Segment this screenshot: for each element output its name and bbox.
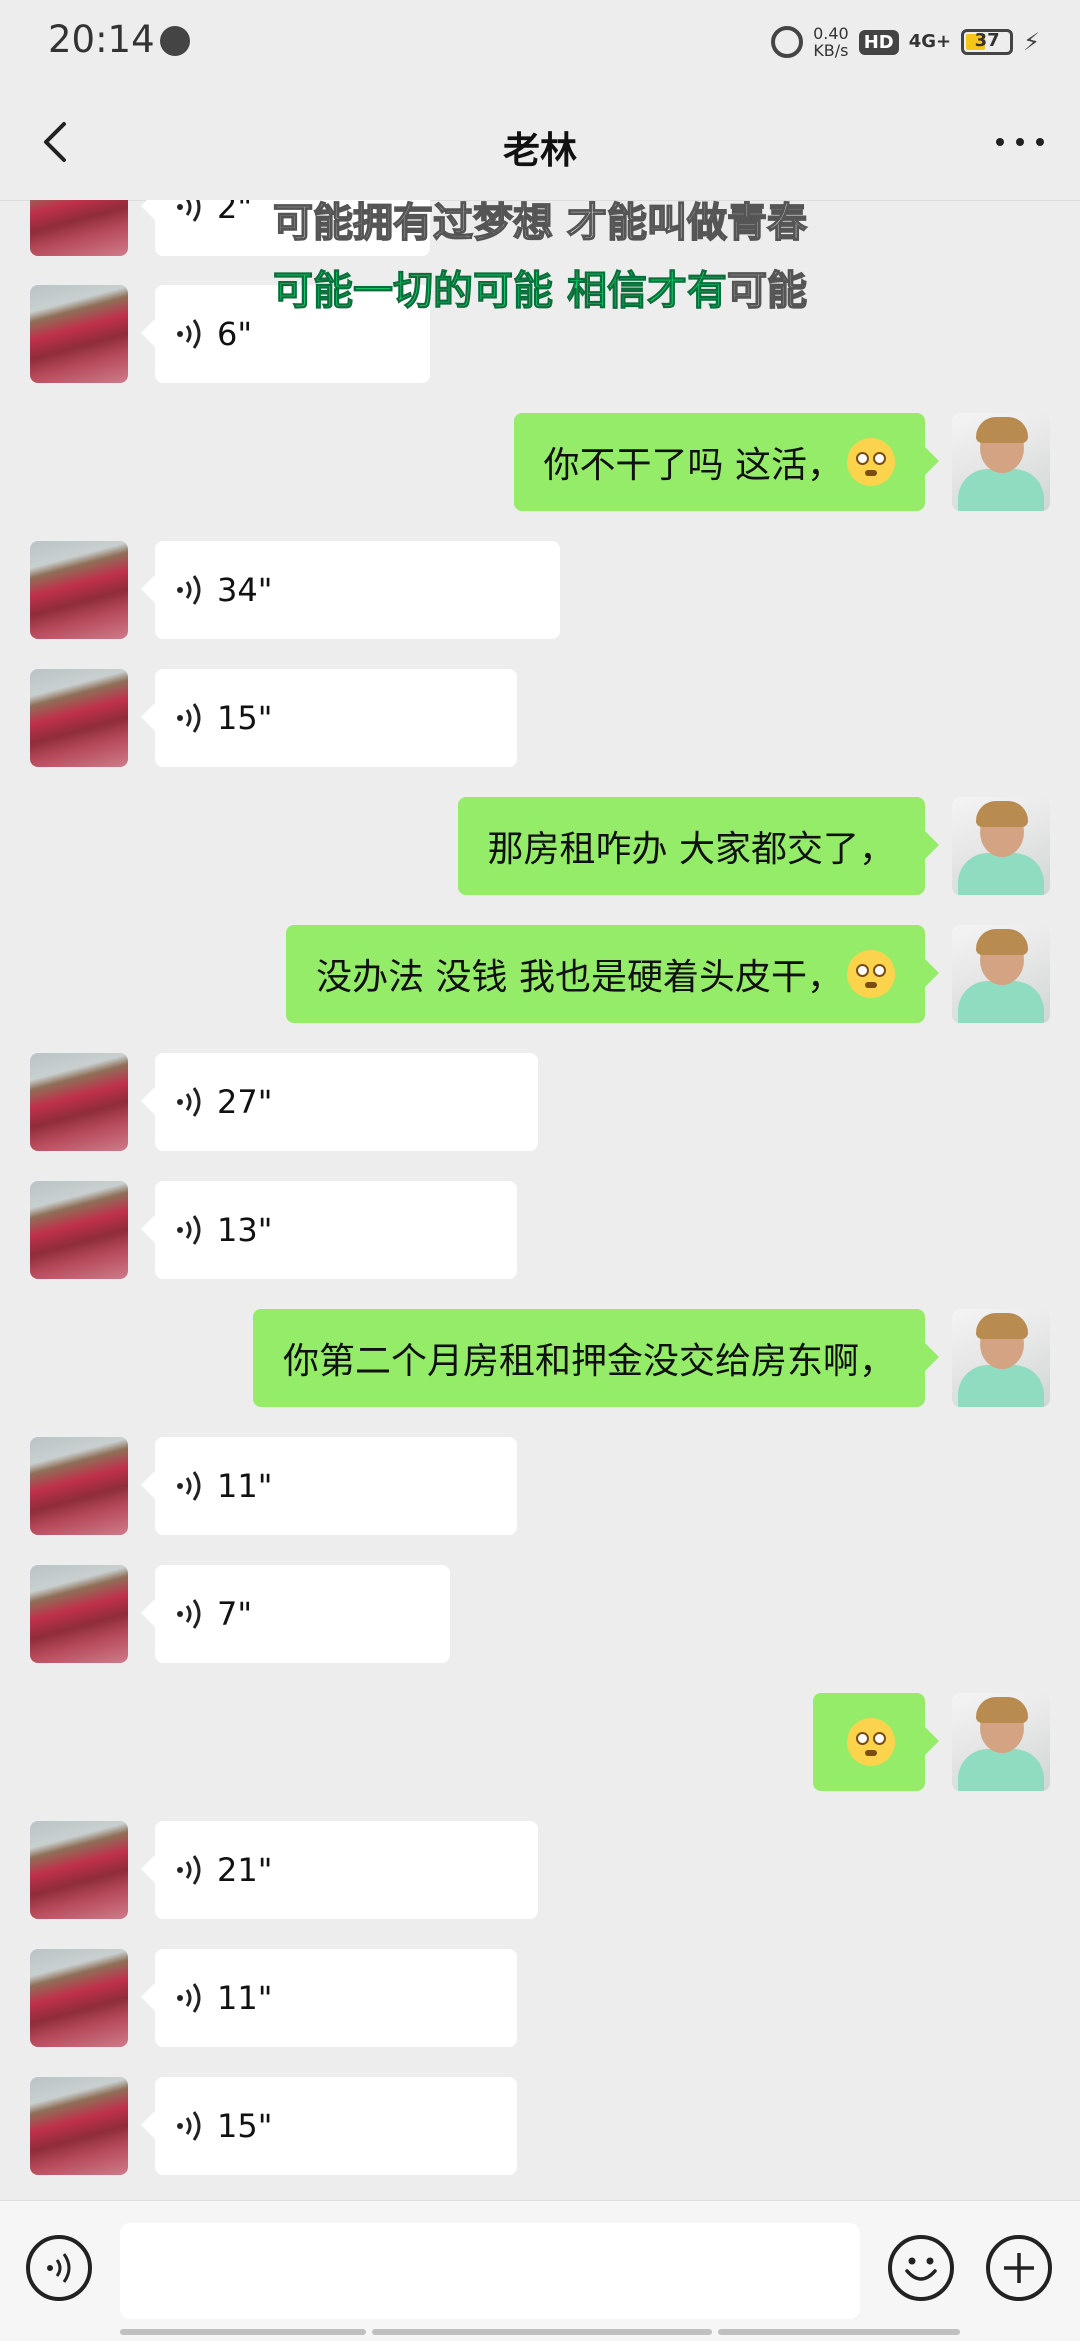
sent-emoji-message[interactable]	[813, 1693, 939, 1791]
signal-icon: 4G+	[908, 31, 952, 52]
voice-wave-icon	[177, 2111, 201, 2141]
voice-wave-icon	[177, 1215, 201, 1245]
contact-avatar[interactable]	[30, 2077, 128, 2175]
emoji-button[interactable]	[888, 2235, 954, 2301]
contact-avatar[interactable]	[30, 1053, 128, 1151]
sent-text-message[interactable]: 没办法 没钱 我也是硬着头皮干，	[286, 925, 939, 1023]
voice-message[interactable]: 11"	[141, 1949, 517, 2047]
voice-wave-icon	[177, 1471, 201, 1501]
more-features-button[interactable]	[986, 2235, 1052, 2301]
voice-message[interactable]: 34"	[141, 541, 560, 639]
sent-text-message[interactable]: 那房租咋办 大家都交了，	[457, 797, 940, 895]
voice-message[interactable]: 21"	[141, 1821, 538, 1919]
voice-message[interactable]: 11"	[141, 1437, 517, 1535]
my-avatar[interactable]	[952, 1309, 1050, 1407]
voice-duration: 21"	[217, 1851, 273, 1889]
contact-avatar[interactable]	[30, 669, 128, 767]
contact-avatar[interactable]	[30, 541, 128, 639]
voice-duration: 13"	[217, 1211, 273, 1249]
voice-wave-icon	[177, 1855, 201, 1885]
message-list[interactable]: 2" 6" 你不干了吗 这活， 34" 15" 那房租咋办 大家都交了， 没办法…	[0, 200, 1080, 2200]
contact-avatar[interactable]	[30, 1565, 128, 1663]
flushed-emoji-icon	[847, 1718, 895, 1766]
chat-header: 老林	[0, 84, 1080, 201]
smile-icon	[905, 2257, 937, 2281]
contact-avatar[interactable]	[30, 1181, 128, 1279]
hd-icon: HD	[858, 29, 899, 55]
plus-icon	[1004, 2253, 1034, 2283]
flushed-emoji-icon	[847, 438, 895, 486]
voice-input-button[interactable]	[26, 2235, 92, 2301]
voice-wave-icon	[177, 1983, 201, 2013]
voice-duration: 11"	[217, 1979, 273, 2017]
voice-duration: 15"	[217, 699, 273, 737]
lyric-line-2: 可能一切的可能 相信才有可能	[273, 267, 808, 315]
alarm-icon	[771, 26, 804, 58]
lyric-line-1: 可能拥有过梦想 才能叫做青春	[272, 199, 807, 247]
more-options-icon[interactable]	[990, 122, 1050, 162]
voice-message[interactable]: 27"	[141, 1053, 538, 1151]
contact-avatar[interactable]	[30, 1437, 128, 1535]
voice-duration: 6"	[217, 315, 253, 353]
crying-laughing-emoji-icon	[847, 950, 895, 998]
voice-wave-icon	[177, 703, 201, 733]
nav-indicator	[120, 2329, 366, 2335]
chat-title: 老林	[503, 129, 577, 172]
status-bar: 20:14 0.40 KB/s HD 4G+ 37 ⚡	[0, 0, 1080, 84]
charging-icon: ⚡	[1023, 28, 1040, 56]
sent-text-message[interactable]: 你第二个月房租和押金没交给房东啊，	[252, 1309, 940, 1407]
contact-avatar[interactable]	[30, 1821, 128, 1919]
nav-indicator	[372, 2329, 712, 2335]
voice-message[interactable]: 15"	[141, 669, 517, 767]
message-input[interactable]	[120, 2223, 860, 2319]
voice-wave-icon	[177, 1599, 201, 1629]
sent-text-message[interactable]: 你不干了吗 这活，	[513, 413, 940, 511]
voice-duration: 7"	[217, 1595, 253, 1633]
battery-icon: 37	[961, 29, 1014, 55]
my-avatar[interactable]	[952, 1693, 1050, 1791]
clock: 20:14	[48, 18, 155, 61]
contact-avatar[interactable]	[30, 1949, 128, 2047]
voice-message[interactable]: 13"	[141, 1181, 517, 1279]
nav-indicator	[718, 2329, 960, 2335]
notification-icon	[160, 26, 190, 56]
voice-duration: 34"	[217, 571, 273, 609]
my-avatar[interactable]	[952, 413, 1050, 511]
voice-duration: 11"	[217, 1467, 273, 1505]
voice-wave-icon	[177, 1087, 201, 1117]
voice-message[interactable]: 15"	[141, 2077, 517, 2175]
voice-message[interactable]: 7"	[141, 1565, 450, 1663]
status-indicators: 0.40 KB/s HD 4G+ 37 ⚡	[771, 20, 1040, 64]
input-bar	[0, 2200, 1080, 2341]
voice-duration: 27"	[217, 1083, 273, 1121]
my-avatar[interactable]	[952, 797, 1050, 895]
voice-wave-icon	[177, 575, 201, 605]
my-avatar[interactable]	[952, 925, 1050, 1023]
network-speed: 0.40 KB/s	[813, 24, 849, 60]
voice-wave-icon	[47, 2253, 71, 2283]
voice-wave-icon	[177, 319, 201, 349]
voice-duration: 15"	[217, 2107, 273, 2145]
